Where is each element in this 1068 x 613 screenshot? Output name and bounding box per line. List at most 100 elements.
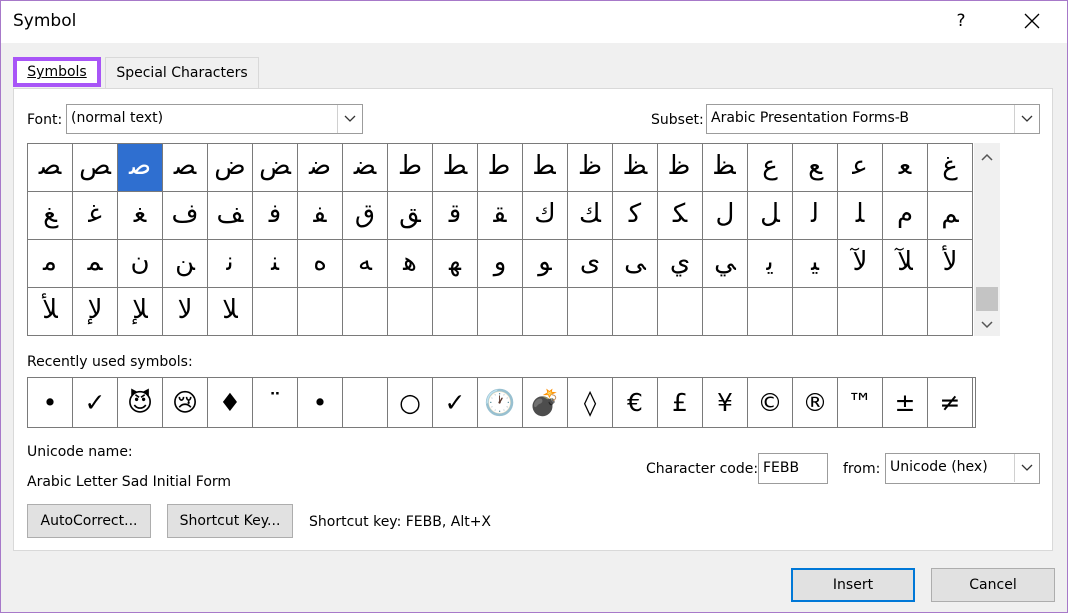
symbol-cell[interactable]: [703, 288, 748, 335]
symbol-cell[interactable]: [298, 288, 343, 335]
symbol-cell[interactable]: ﻩ: [298, 240, 343, 288]
symbol-cell[interactable]: ﻹ: [73, 288, 118, 335]
symbol-cell[interactable]: ﻮ: [523, 240, 568, 288]
symbol-cell[interactable]: ﺼ: [163, 144, 208, 192]
subset-select[interactable]: Arabic Presentation Forms-B: [706, 104, 1040, 134]
symbol-cell[interactable]: ﻍ: [928, 144, 972, 192]
symbol-cell[interactable]: ﻞ: [748, 192, 793, 240]
help-button[interactable]: ?: [941, 3, 981, 39]
recent-symbol-cell[interactable]: ±: [883, 378, 928, 427]
scroll-down-button[interactable]: [974, 315, 1000, 335]
recent-symbol-cell[interactable]: ®: [793, 378, 838, 427]
symbol-cell[interactable]: ﻟ: [793, 192, 838, 240]
symbol-cell[interactable]: [523, 288, 568, 335]
recent-symbol-cell[interactable]: ○: [388, 378, 433, 427]
symbol-cell[interactable]: ﺽ: [208, 144, 253, 192]
symbol-cell[interactable]: ﻚ: [568, 192, 613, 240]
symbol-cell[interactable]: ﻷ: [928, 240, 972, 288]
symbol-cell[interactable]: ﻼ: [208, 288, 253, 335]
symbol-cell[interactable]: ﻝ: [703, 192, 748, 240]
symbol-cell[interactable]: ﻃ: [478, 144, 523, 192]
symbol-cell[interactable]: ﻸ: [28, 288, 73, 335]
tab-special-characters[interactable]: Special Characters: [105, 57, 259, 88]
symbol-cell[interactable]: ﻄ: [523, 144, 568, 192]
recent-symbol-cell[interactable]: 🕐: [478, 378, 523, 427]
recent-symbol-cell[interactable]: ♦: [208, 378, 253, 427]
recent-symbol-cell[interactable]: •: [28, 378, 73, 427]
symbol-cell[interactable]: ﻵ: [838, 240, 883, 288]
symbol-cell[interactable]: ﻉ: [748, 144, 793, 192]
symbol-cell[interactable]: ﻺ: [118, 288, 163, 335]
subset-select-arrow[interactable]: [1014, 105, 1039, 133]
symbol-cell[interactable]: ﻬ: [433, 240, 478, 288]
symbol-cell[interactable]: ﻗ: [433, 192, 478, 240]
symbol-cell[interactable]: [883, 288, 928, 335]
symbol-cell[interactable]: [343, 288, 388, 335]
recent-symbol-cell[interactable]: €: [613, 378, 658, 427]
symbol-cell[interactable]: ﻴ: [793, 240, 838, 288]
symbol-cell[interactable]: ﻠ: [838, 192, 883, 240]
symbol-cell[interactable]: ﺿ: [298, 144, 343, 192]
symbol-cell[interactable]: ﻥ: [118, 240, 163, 288]
recent-symbol-cell[interactable]: ™: [838, 378, 883, 427]
symbol-cell[interactable]: ﻐ: [118, 192, 163, 240]
symbol-cell[interactable]: ﻇ: [658, 144, 703, 192]
symbol-cell[interactable]: ﻢ: [928, 192, 972, 240]
recent-symbol-cell[interactable]: ✓: [433, 378, 478, 427]
recent-symbol-cell[interactable]: [343, 378, 388, 427]
symbol-cell[interactable]: ﻰ: [613, 240, 658, 288]
recent-symbol-cell[interactable]: ≠: [928, 378, 973, 427]
symbol-cell[interactable]: ﻋ: [838, 144, 883, 192]
symbol-cell[interactable]: ﻎ: [28, 192, 73, 240]
font-select-arrow[interactable]: [337, 105, 362, 133]
symbol-cell[interactable]: ﻙ: [523, 192, 568, 240]
symbol-cell[interactable]: ﻪ: [343, 240, 388, 288]
symbol-cell[interactable]: ﺺ: [73, 144, 118, 192]
symbol-cell[interactable]: [613, 288, 658, 335]
character-code-input[interactable]: FEBB: [758, 453, 828, 484]
symbol-cell[interactable]: ﻦ: [163, 240, 208, 288]
symbol-cell[interactable]: [928, 288, 972, 335]
symbol-cell[interactable]: ﻛ: [613, 192, 658, 240]
symbol-cell[interactable]: ﻀ: [343, 144, 388, 192]
symbol-cell[interactable]: [568, 288, 613, 335]
recent-symbol-cell[interactable]: 😈: [118, 378, 163, 427]
tab-symbols[interactable]: Symbols: [13, 57, 101, 87]
recent-symbol-cell[interactable]: •: [298, 378, 343, 427]
symbol-cell[interactable]: [793, 288, 838, 335]
symbol-cell[interactable]: ﻅ: [568, 144, 613, 192]
symbol-cell[interactable]: ﻈ: [703, 144, 748, 192]
symbol-cell[interactable]: ﻭ: [478, 240, 523, 288]
recent-symbol-cell[interactable]: 💣: [523, 378, 568, 427]
symbol-cell[interactable]: ﻑ: [163, 192, 208, 240]
insert-button[interactable]: Insert: [791, 568, 915, 602]
recent-symbol-cell[interactable]: ◊: [568, 378, 613, 427]
symbol-cell[interactable]: ﻤ: [73, 240, 118, 288]
font-select[interactable]: (normal text): [66, 104, 363, 134]
symbol-cell[interactable]: ﻓ: [253, 192, 298, 240]
symbol-cell[interactable]: ﻁ: [388, 144, 433, 192]
symbol-cell[interactable]: ﺼ: [28, 144, 73, 192]
symbol-cell[interactable]: ﻣ: [28, 240, 73, 288]
symbol-cell[interactable]: ﻻ: [163, 288, 208, 335]
symbol-cell[interactable]: ﺻ: [118, 144, 163, 192]
symbol-cell[interactable]: [253, 288, 298, 335]
symbol-cell[interactable]: ﻘ: [478, 192, 523, 240]
symbol-cell[interactable]: ﻶ: [883, 240, 928, 288]
recent-symbol-cell[interactable]: ¨: [253, 378, 298, 427]
symbol-cell[interactable]: ﻔ: [298, 192, 343, 240]
symbol-cell[interactable]: ﻆ: [613, 144, 658, 192]
symbol-cell[interactable]: ﻕ: [343, 192, 388, 240]
symbol-cell[interactable]: ﻳ: [748, 240, 793, 288]
scroll-up-button[interactable]: [974, 147, 1000, 167]
symbol-cell[interactable]: ﻧ: [208, 240, 253, 288]
symbol-cell[interactable]: ﻲ: [703, 240, 748, 288]
from-select[interactable]: Unicode (hex): [885, 453, 1040, 484]
symbol-cell[interactable]: ﻯ: [568, 240, 613, 288]
symbol-cell[interactable]: [748, 288, 793, 335]
autocorrect-button[interactable]: AutoCorrect...: [27, 504, 151, 538]
symbol-cell[interactable]: ﻂ: [433, 144, 478, 192]
symbol-cell[interactable]: ﺾ: [253, 144, 298, 192]
symbol-cell[interactable]: ﻨ: [253, 240, 298, 288]
recent-symbol-cell[interactable]: 😢: [163, 378, 208, 427]
